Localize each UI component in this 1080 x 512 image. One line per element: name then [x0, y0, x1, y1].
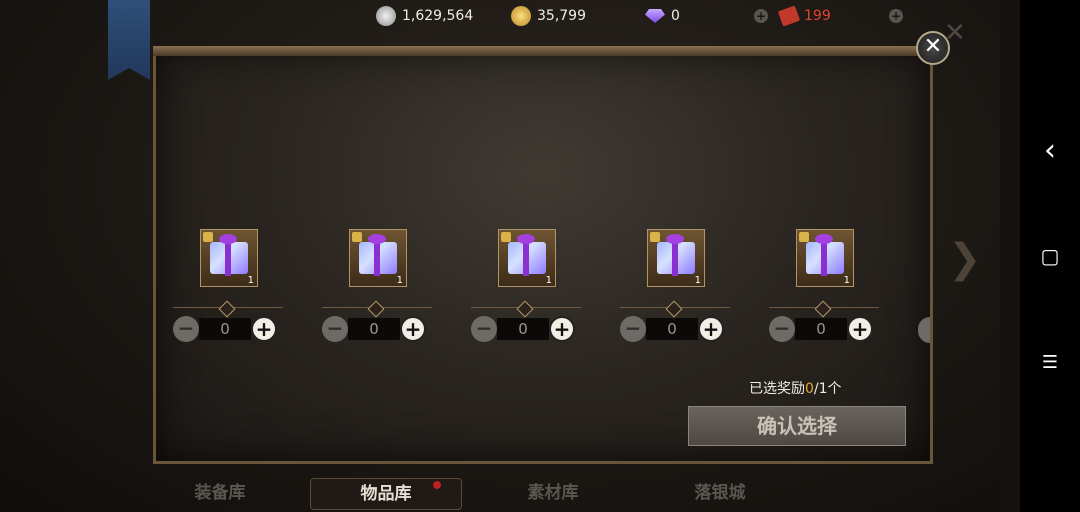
gift-box-item[interactable]: 1: [647, 229, 705, 287]
ticket-amount: 199: [804, 8, 831, 24]
guild-banner-icon[interactable]: [108, 0, 150, 80]
gift-ribbon: [672, 240, 678, 276]
gem-add-button[interactable]: +: [754, 4, 768, 28]
gift-ribbon: [523, 240, 529, 276]
quantity-stepper: − 0 +: [322, 316, 442, 342]
diamond-ornament: [516, 300, 534, 318]
gift-box-item[interactable]: 1: [349, 229, 407, 287]
diamond-ornament: [665, 300, 683, 318]
lock-icon: [799, 232, 809, 242]
item-count: 1: [396, 275, 403, 286]
minus-button[interactable]: −: [173, 316, 199, 342]
reward-slot: 1 − 0 +: [322, 229, 442, 342]
gold-amount: 35,799: [537, 8, 586, 24]
home-icon[interactable]: ▢: [1030, 236, 1070, 276]
reward-slot: 1 − 0 +: [471, 229, 591, 342]
reward-slot: 1 − 0 +: [620, 229, 740, 342]
lock-icon: [501, 232, 511, 242]
plus-button[interactable]: +: [698, 316, 724, 342]
reward-slot: 1 − 0 +: [769, 229, 889, 342]
gold-coin-icon: [511, 6, 531, 26]
quantity-value: 0: [497, 318, 549, 340]
minus-button[interactable]: −: [769, 316, 795, 342]
slot-divider: [322, 300, 432, 318]
selection-suffix: /1个: [813, 381, 842, 397]
gift-bow: [219, 234, 237, 244]
plus-button[interactable]: +: [400, 316, 426, 342]
lock-icon: [352, 232, 362, 242]
minus-button[interactable]: −: [620, 316, 646, 342]
minus-button[interactable]: −: [322, 316, 348, 342]
selection-current: 0: [805, 381, 814, 397]
item-count: 1: [247, 275, 254, 286]
gift-bow: [517, 234, 535, 244]
ticket-currency: 199: [777, 4, 831, 28]
gift-bow: [815, 234, 833, 244]
quantity-stepper: − 0 +: [769, 316, 889, 342]
ticket-icon: [777, 5, 801, 27]
quantity-stepper: − 0 +: [620, 316, 740, 342]
quantity-stepper: − 0 +: [173, 316, 293, 342]
plus-icon: +: [889, 9, 903, 23]
gift-bow: [368, 234, 386, 244]
lock-icon: [650, 232, 660, 242]
reward-slot: 1 − 0 +: [173, 229, 293, 342]
system-nav-bar: ‹ ▢ ☰: [1020, 0, 1080, 512]
gold-currency: 35,799: [511, 4, 586, 28]
slot-divider: [769, 300, 879, 318]
item-count: 1: [545, 275, 552, 286]
next-page-arrow-icon[interactable]: ❯: [948, 236, 982, 282]
item-count: 1: [694, 275, 701, 286]
gift-ribbon: [374, 240, 380, 276]
slot-divider: [173, 300, 283, 318]
gem-icon: [645, 9, 665, 23]
silver-amount: 1,629,564: [402, 8, 474, 24]
tab-equipment[interactable]: 装备库: [145, 478, 295, 508]
diamond-ornament: [367, 300, 385, 318]
menu-icon[interactable]: ☰: [1030, 342, 1070, 382]
gift-ribbon: [225, 240, 231, 276]
plus-icon: +: [754, 9, 768, 23]
tab-materials[interactable]: 素材库: [478, 478, 628, 508]
back-icon[interactable]: ‹: [1030, 130, 1070, 170]
dialog-top-border: [153, 46, 933, 56]
slot-divider: [471, 300, 581, 318]
plus-button[interactable]: +: [251, 316, 277, 342]
item-count: 1: [843, 275, 850, 286]
gift-box-item[interactable]: 1: [200, 229, 258, 287]
diamond-ornament: [814, 300, 832, 318]
quantity-value: 0: [795, 318, 847, 340]
slot-divider: [620, 300, 730, 318]
quantity-stepper: − 0 +: [471, 316, 591, 342]
confirm-button[interactable]: 确认选择: [688, 406, 906, 446]
close-button[interactable]: ✕: [916, 31, 950, 65]
gem-currency: 0: [645, 4, 680, 28]
lock-icon: [203, 232, 213, 242]
gift-bow: [666, 234, 684, 244]
silver-coin-icon: [376, 6, 396, 26]
tab-city[interactable]: 落银城: [645, 478, 795, 508]
plus-button[interactable]: +: [549, 316, 575, 342]
gift-ribbon: [821, 240, 827, 276]
diamond-ornament: [218, 300, 236, 318]
plus-button[interactable]: +: [847, 316, 873, 342]
silver-currency: 1,629,564: [376, 4, 473, 28]
notification-dot: [433, 481, 441, 489]
quantity-value: 0: [199, 318, 251, 340]
selection-counter: 已选奖励0/1个: [749, 378, 842, 398]
selection-prefix: 已选奖励: [749, 381, 805, 397]
minus-button[interactable]: −: [471, 316, 497, 342]
quantity-value: 0: [646, 318, 698, 340]
gift-box-item[interactable]: 1: [498, 229, 556, 287]
quantity-value: 0: [348, 318, 400, 340]
gift-box-item[interactable]: 1: [796, 229, 854, 287]
ticket-add-button[interactable]: +: [889, 4, 903, 28]
gem-amount: 0: [671, 8, 680, 24]
